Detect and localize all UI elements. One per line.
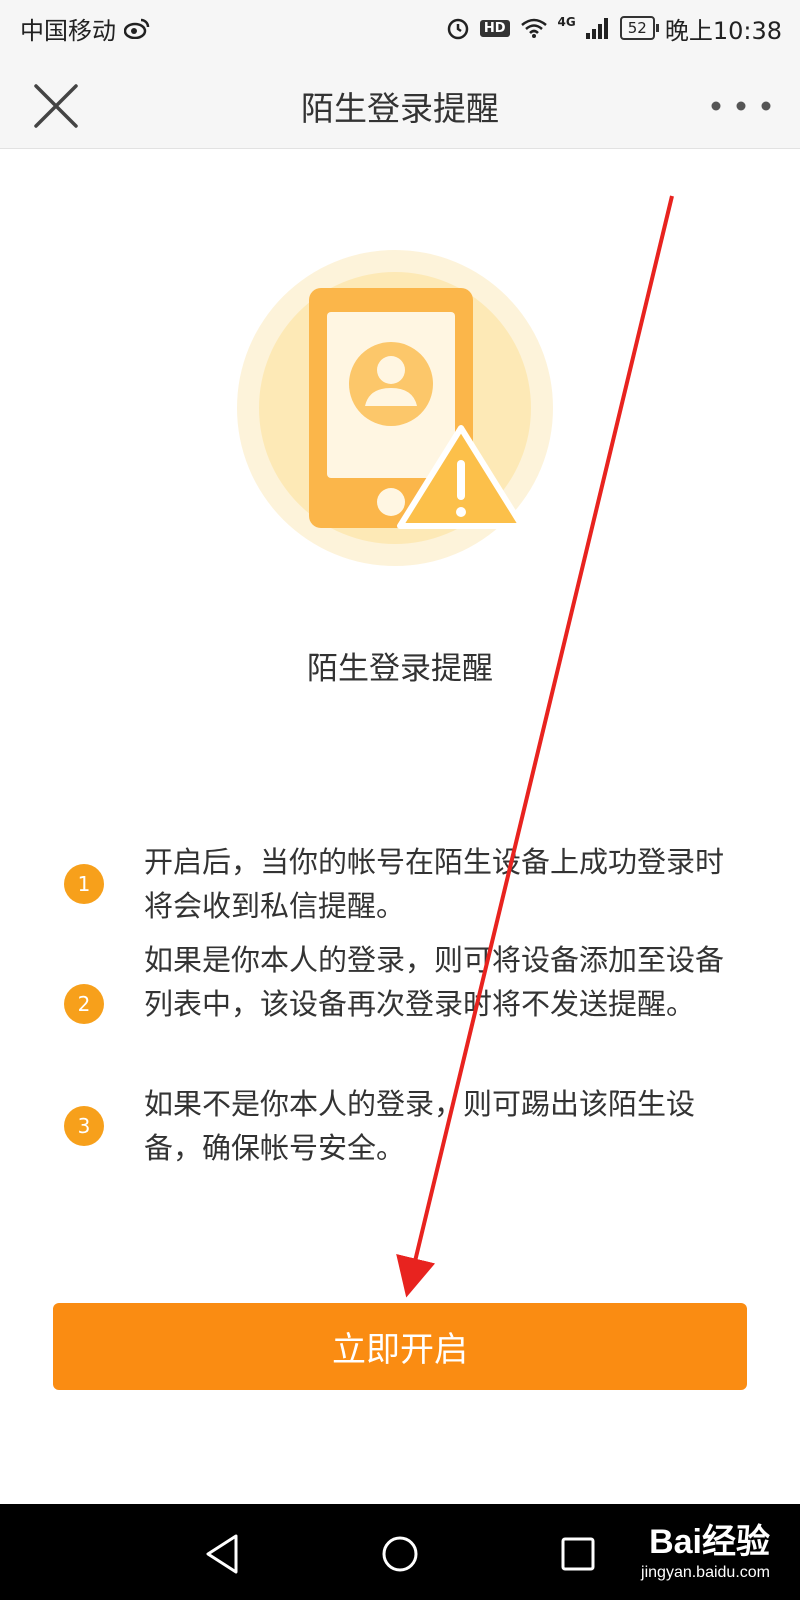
- step-text: 如果是你本人的登录，则可将设备添加至设备列表中，该设备再次登录时将不发送提醒。: [144, 943, 725, 1021]
- hero-title: 陌生登录提醒: [307, 651, 493, 687]
- back-icon[interactable]: [192, 1524, 252, 1584]
- home-icon[interactable]: [370, 1524, 430, 1584]
- step-text: 如果不是你本人的登录，则可踢出该陌生设备，确保帐号安全。: [144, 1087, 696, 1165]
- system-nav-bar: Bai经验 jingyan.baidu.com: [0, 1504, 800, 1600]
- step-item: 1 开启后，当你的帐号在陌生设备上成功登录时将会收到私信提醒。: [64, 840, 744, 928]
- step-number-badge: 1: [64, 864, 104, 904]
- step-number-badge: 2: [64, 984, 104, 1024]
- watermark-brand: Bai经验: [649, 1523, 770, 1561]
- step-text: 开启后，当你的帐号在陌生设备上成功登录时将会收到私信提醒。: [144, 845, 725, 923]
- step-item: 3 如果不是你本人的登录，则可踢出该陌生设备，确保帐号安全。: [64, 1082, 744, 1170]
- enable-now-button[interactable]: 立即开启: [53, 1303, 747, 1390]
- phone-user-warning-icon: [235, 250, 555, 570]
- step-item: 2 如果是你本人的登录，则可将设备添加至设备列表中，该设备再次登录时将不发送提醒…: [64, 938, 744, 1070]
- page-title: 陌生登录提醒: [301, 89, 499, 128]
- status-left: 中国移动: [20, 11, 150, 46]
- watermark-url: jingyan.baidu.com: [641, 1564, 770, 1581]
- hd-icon: HD: [479, 19, 510, 37]
- weibo-icon: [124, 17, 150, 39]
- carrier-label: 中国移动: [20, 16, 116, 45]
- step-number-badge: 3: [64, 1106, 104, 1146]
- nav-bar: 陌生登录提醒: [0, 56, 800, 149]
- signal-icon: [585, 17, 610, 39]
- network-type: 4G: [557, 15, 576, 29]
- more-icon[interactable]: [706, 86, 776, 126]
- wifi-icon: [520, 17, 548, 39]
- clock: 晚上10:38: [664, 16, 782, 45]
- battery-icon: 52: [619, 16, 659, 40]
- alarm-icon: [446, 16, 470, 40]
- status-right: HD 4G 52 晚上10:38: [446, 11, 782, 46]
- status-bar: 中国移动 HD 4G 52 晚上10:38: [0, 0, 800, 56]
- baidu-jingyan-watermark: Bai经验 jingyan.baidu.com: [595, 1512, 770, 1592]
- steps-list: 1 开启后，当你的帐号在陌生设备上成功登录时将会收到私信提醒。 2 如果是你本人…: [64, 840, 744, 1170]
